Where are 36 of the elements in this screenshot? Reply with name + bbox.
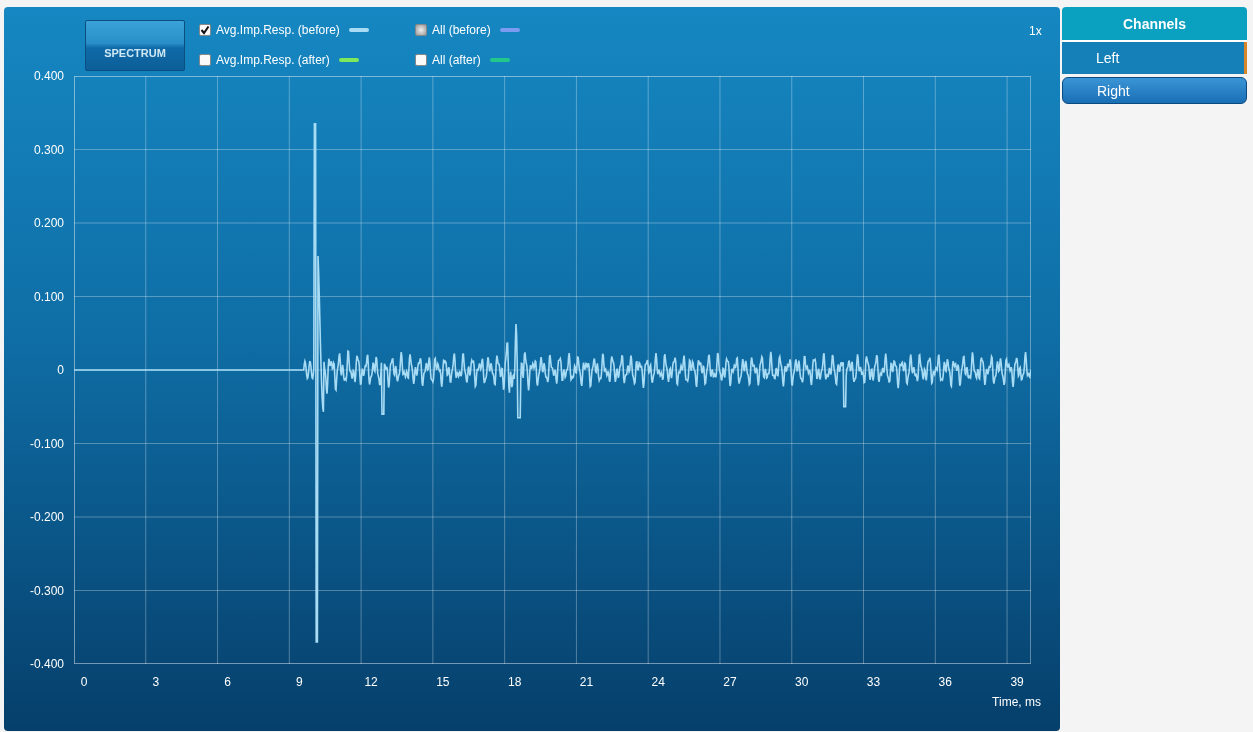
x-axis-label: 27: [723, 675, 737, 689]
legend-label: Avg.Imp.Resp. (before): [216, 23, 340, 37]
y-axis-label: -0.300: [29, 583, 64, 598]
y-axis-label: -0.400: [29, 657, 64, 671]
x-axis-label: 9: [295, 675, 303, 689]
x-axis-label: 36: [938, 675, 952, 689]
x-axis-label: 24: [651, 675, 665, 689]
checkbox[interactable]: [199, 24, 211, 36]
y-axis-label: 0.300: [33, 142, 64, 157]
x-axis-label: 6: [224, 675, 231, 689]
checkbox[interactable]: [415, 54, 427, 66]
spectrum-button[interactable]: SPECTRUM: [85, 20, 185, 71]
checkbox[interactable]: [199, 54, 211, 66]
legend-label: Avg.Imp.Resp. (after): [216, 53, 330, 67]
x-axis-label: 3: [152, 675, 160, 689]
y-axis-label: 0.100: [33, 289, 64, 304]
x-axis-label: 0: [80, 675, 88, 689]
x-axis-label: 12: [364, 675, 378, 689]
x-axis-label: 39: [1010, 675, 1024, 689]
x-axis-label: 21: [579, 675, 594, 689]
x-axis-label: 18: [507, 675, 522, 689]
channel-item[interactable]: Left: [1062, 42, 1247, 74]
channel-item[interactable]: Right: [1062, 77, 1247, 104]
legend-label: All (before): [432, 23, 491, 37]
x-axis-label: 15: [436, 675, 450, 689]
y-axis-label: 0: [57, 363, 64, 377]
y-axis-label: 0.400: [33, 69, 64, 83]
y-axis-label: 0.200: [33, 216, 64, 230]
y-axis-label: -0.100: [29, 436, 64, 451]
x-axis-label: 33: [866, 675, 881, 689]
x-axis-title: Time, ms: [992, 695, 1041, 709]
x-axis-label: 30: [795, 675, 809, 689]
y-axis-label: -0.200: [29, 510, 64, 524]
legend-label: All (after): [432, 53, 481, 67]
channels-header: Channels: [1062, 7, 1247, 42]
zoom-label: 1x: [1029, 24, 1042, 38]
